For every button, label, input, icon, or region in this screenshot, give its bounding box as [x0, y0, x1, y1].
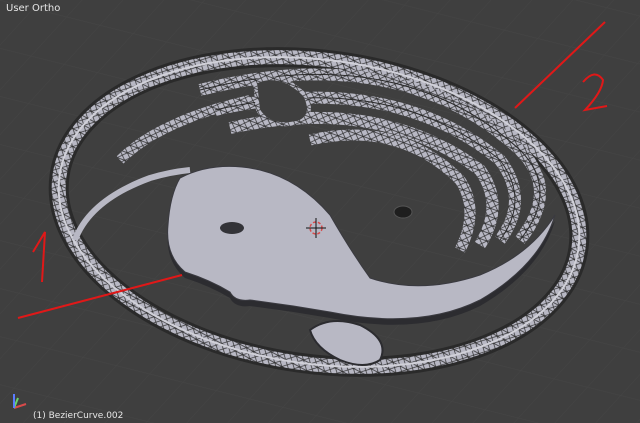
view-mode-label: User Ortho [6, 3, 61, 14]
whale-eye-hole [220, 222, 244, 234]
selected-object-label: (1) BezierCurve.002 [33, 411, 124, 421]
3d-viewport[interactable]: User Ortho (1) BezierCurve.002 [0, 0, 640, 423]
viewport-canvas [0, 0, 640, 423]
pin-object-mesh[interactable] [393, 205, 413, 219]
